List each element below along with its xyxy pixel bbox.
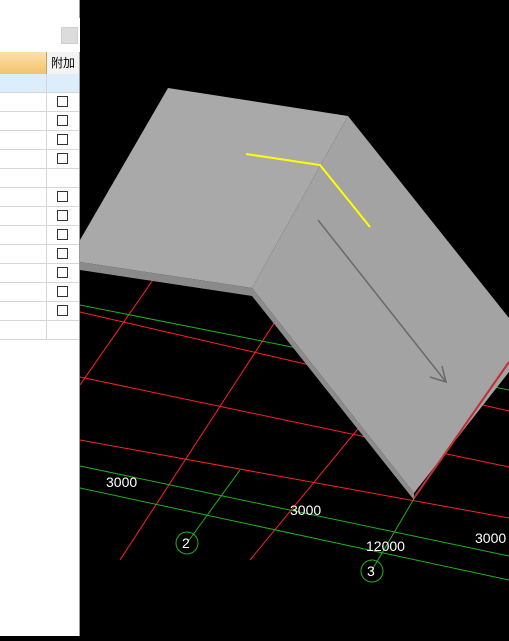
property-row[interactable]	[0, 321, 79, 340]
extra-checkbox[interactable]	[57, 153, 68, 164]
property-grid-header: 附加	[0, 52, 79, 74]
property-name-cell	[0, 74, 47, 92]
extra-checkbox[interactable]	[57, 210, 68, 221]
property-name-cell	[0, 150, 47, 168]
svg-text:2: 2	[182, 535, 190, 551]
property-name-cell	[0, 93, 47, 111]
extra-checkbox[interactable]	[57, 286, 68, 297]
grid-line-green	[186, 469, 241, 544]
property-row[interactable]	[0, 131, 79, 150]
extra-checkbox[interactable]	[57, 96, 68, 107]
extra-checkbox[interactable]	[57, 248, 68, 259]
axis-bubble-2: 2	[175, 531, 199, 555]
extra-checkbox[interactable]	[57, 267, 68, 278]
property-row[interactable]	[0, 245, 79, 264]
property-row[interactable]	[0, 169, 79, 188]
model-3d-viewport[interactable]: 3000 3000 12000 3000 2 3	[79, 0, 509, 636]
extra-checkbox[interactable]	[57, 229, 68, 240]
property-name-column-header	[0, 52, 47, 74]
property-row[interactable]	[0, 283, 79, 302]
roof-model[interactable]	[80, 88, 509, 500]
property-name-cell	[0, 112, 47, 130]
extra-column-header: 附加	[47, 52, 79, 74]
axis-bubble-3: 3	[360, 559, 384, 583]
dimension-label: 3000	[475, 530, 506, 546]
property-name-cell	[0, 302, 47, 320]
property-name-cell	[0, 207, 47, 225]
property-panel: 附加	[0, 0, 80, 636]
extra-checkbox[interactable]	[57, 115, 68, 126]
property-name-cell	[0, 283, 47, 301]
property-name-cell	[0, 131, 47, 149]
property-row[interactable]	[0, 150, 79, 169]
svg-text:3: 3	[367, 563, 375, 579]
property-name-cell	[0, 321, 47, 339]
extra-checkbox[interactable]	[57, 191, 68, 202]
extra-checkbox[interactable]	[57, 305, 68, 316]
property-name-cell	[0, 188, 47, 206]
dimension-label: 12000	[366, 538, 405, 554]
property-row[interactable]	[0, 74, 79, 93]
dimension-label: 3000	[290, 502, 321, 518]
property-row[interactable]	[0, 188, 79, 207]
property-row[interactable]	[0, 207, 79, 226]
property-name-cell	[0, 264, 47, 282]
property-row[interactable]	[0, 302, 79, 321]
property-row[interactable]	[0, 112, 79, 131]
panel-close-button[interactable]	[61, 27, 78, 44]
property-row[interactable]	[0, 93, 79, 112]
extra-checkbox[interactable]	[57, 134, 68, 145]
property-name-cell	[0, 169, 47, 187]
viewport-canvas[interactable]: 3000 3000 12000 3000 2 3	[79, 0, 509, 636]
property-name-cell	[0, 245, 47, 263]
property-name-cell	[0, 226, 47, 244]
property-row[interactable]	[0, 226, 79, 245]
dimension-label: 3000	[106, 474, 137, 490]
grid-line-green	[371, 496, 416, 571]
property-row[interactable]	[0, 264, 79, 283]
